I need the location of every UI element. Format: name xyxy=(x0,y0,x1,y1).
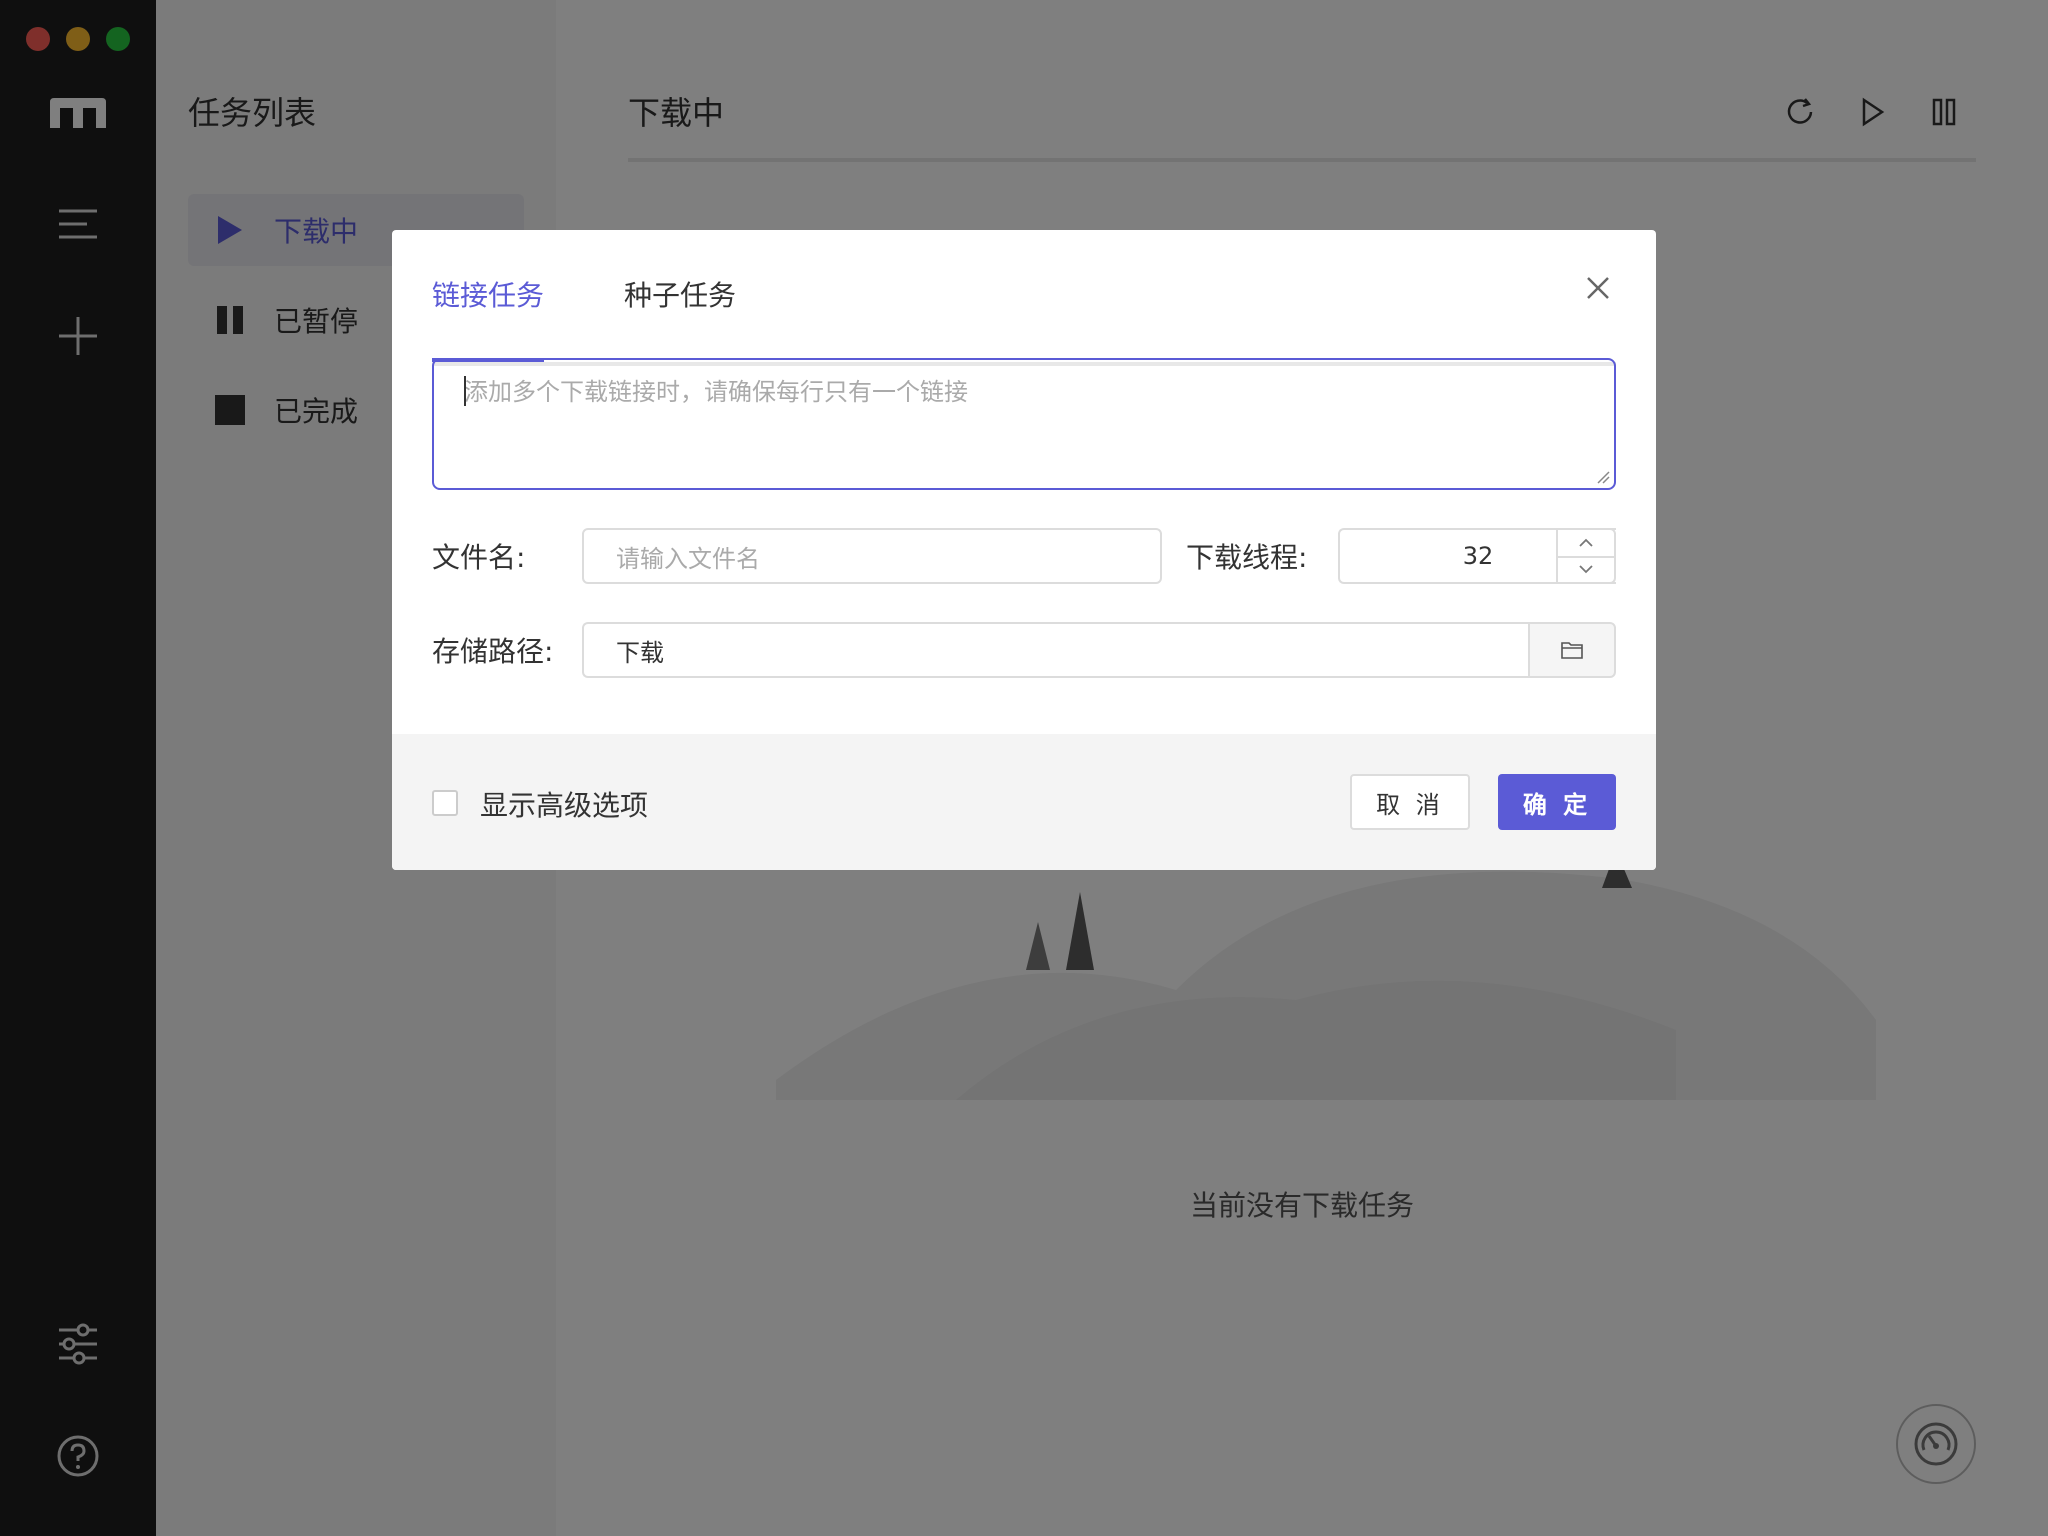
stepper-decrease-button[interactable] xyxy=(1558,556,1614,582)
filename-input[interactable]: 请输入文件名 xyxy=(582,528,1162,584)
resize-grip-icon[interactable] xyxy=(1596,470,1610,484)
tab-link-task[interactable]: 链接任务 xyxy=(432,270,544,342)
text-caret xyxy=(464,376,466,406)
choose-folder-button[interactable] xyxy=(1528,622,1616,678)
tab-torrent-task[interactable]: 种子任务 xyxy=(624,270,736,342)
folder-icon xyxy=(1561,642,1583,659)
save-path-input[interactable]: 下载 xyxy=(582,622,1532,678)
dialog-tabs: 链接任务 种子任务 xyxy=(432,270,1616,366)
url-placeholder: 添加多个下载链接时，请确保每行只有一个链接 xyxy=(464,378,968,406)
threads-label: 下载线程: xyxy=(1186,541,1308,574)
threads-stepper xyxy=(1556,528,1616,584)
confirm-button[interactable]: 确 定 xyxy=(1498,774,1616,830)
advanced-options-checkbox[interactable] xyxy=(432,790,458,816)
url-textarea[interactable]: 添加多个下载链接时，请确保每行只有一个链接 xyxy=(432,358,1616,490)
close-icon[interactable] xyxy=(1582,272,1614,304)
dialog-footer: 显示高级选项 取 消 确 定 xyxy=(392,734,1656,870)
chevron-down-icon xyxy=(1579,565,1593,574)
filename-label: 文件名: xyxy=(432,541,526,574)
add-task-dialog: 链接任务 种子任务 添加多个下载链接时，请确保每行只有一个链接 文件名: 请输入… xyxy=(392,230,1656,870)
advanced-options-label[interactable]: 显示高级选项 xyxy=(480,784,648,824)
save-path-label: 存储路径: xyxy=(432,635,554,668)
chevron-up-icon xyxy=(1579,538,1593,547)
cancel-button[interactable]: 取 消 xyxy=(1350,774,1470,830)
stepper-increase-button[interactable] xyxy=(1558,530,1614,558)
